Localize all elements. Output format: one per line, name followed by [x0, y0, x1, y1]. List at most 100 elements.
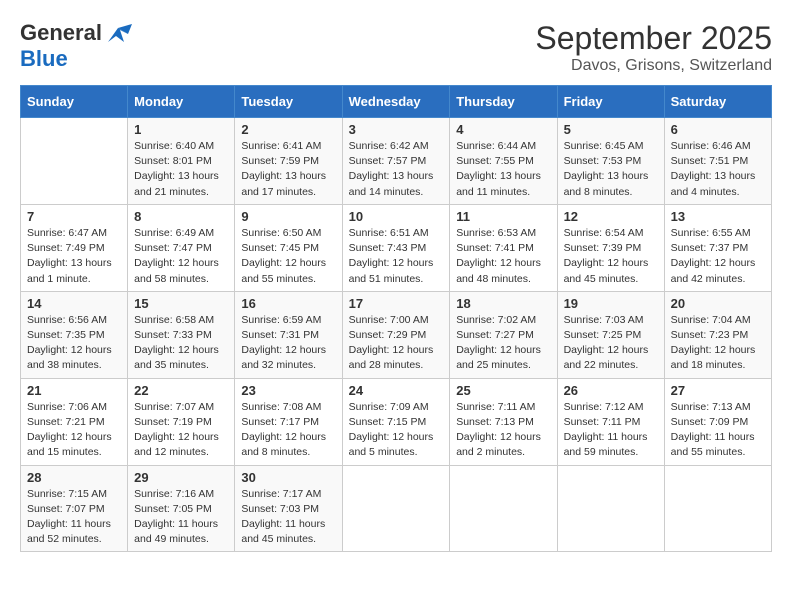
calendar-cell: 5 Sunrise: 6:45 AM Sunset: 7:53 PM Daylig…: [557, 118, 664, 205]
calendar-cell: [21, 118, 128, 205]
calendar-cell: 13 Sunrise: 6:55 AM Sunset: 7:37 PM Dayli…: [664, 204, 771, 291]
day-number: 13: [671, 209, 765, 224]
day-info: Sunrise: 7:08 AM Sunset: 7:17 PM Dayligh…: [241, 400, 335, 461]
weekday-header-wednesday: Wednesday: [342, 86, 450, 118]
day-info: Sunrise: 6:59 AM Sunset: 7:31 PM Dayligh…: [241, 313, 335, 374]
day-number: 15: [134, 296, 228, 311]
calendar-cell: 20Sunrise: 7:04 AM Sunset: 7:23 PM Dayli…: [664, 291, 771, 378]
day-info: Sunrise: 7:06 AM Sunset: 7:21 PM Dayligh…: [27, 400, 121, 461]
weekday-header-saturday: Saturday: [664, 86, 771, 118]
day-info: Sunrise: 7:13 AM Sunset: 7:09 PM Dayligh…: [671, 400, 765, 461]
day-info: Sunrise: 6:40 AM Sunset: 8:01 PM Dayligh…: [134, 139, 228, 200]
day-info: Sunrise: 7:07 AM Sunset: 7:19 PM Dayligh…: [134, 400, 228, 461]
day-number: 4: [456, 122, 550, 137]
day-info: Sunrise: 6:46 AM Sunset: 7:51 PM Dayligh…: [671, 139, 765, 200]
calendar-header-row: SundayMondayTuesdayWednesdayThursdayFrid…: [21, 86, 772, 118]
day-info: Sunrise: 6:58 AM Sunset: 7:33 PM Dayligh…: [134, 313, 228, 374]
calendar-cell: [664, 465, 771, 552]
day-number: 6: [671, 122, 765, 137]
calendar-cell: 15 Sunrise: 6:58 AM Sunset: 7:33 PM Dayli…: [128, 291, 235, 378]
calendar-cell: [557, 465, 664, 552]
calendar-cell: 19Sunrise: 7:03 AM Sunset: 7:25 PM Dayli…: [557, 291, 664, 378]
calendar-cell: 12 Sunrise: 6:54 AM Sunset: 7:39 PM Dayli…: [557, 204, 664, 291]
calendar-week-row: 7 Sunrise: 6:47 AM Sunset: 7:49 PM Daylig…: [21, 204, 772, 291]
day-info: Sunrise: 6:51 AM Sunset: 7:43 PM Dayligh…: [349, 226, 444, 287]
day-info: Sunrise: 6:50 AM Sunset: 7:45 PM Dayligh…: [241, 226, 335, 287]
calendar-week-row: 21Sunrise: 7:06 AM Sunset: 7:21 PM Dayli…: [21, 378, 772, 465]
calendar-cell: 10 Sunrise: 6:51 AM Sunset: 7:43 PM Dayli…: [342, 204, 450, 291]
day-info: Sunrise: 7:17 AM Sunset: 7:03 PM Dayligh…: [241, 487, 335, 548]
day-number: 22: [134, 383, 228, 398]
calendar-week-row: 14 Sunrise: 6:56 AM Sunset: 7:35 PM Dayli…: [21, 291, 772, 378]
day-number: 1: [134, 122, 228, 137]
calendar-cell: 8Sunrise: 6:49 AM Sunset: 7:47 PM Daylig…: [128, 204, 235, 291]
day-number: 26: [564, 383, 658, 398]
calendar-cell: 4Sunrise: 6:44 AM Sunset: 7:55 PM Daylig…: [450, 118, 557, 205]
day-number: 7: [27, 209, 121, 224]
calendar-cell: 6 Sunrise: 6:46 AM Sunset: 7:51 PM Daylig…: [664, 118, 771, 205]
day-number: 11: [456, 209, 550, 224]
weekday-header-friday: Friday: [557, 86, 664, 118]
day-info: Sunrise: 6:56 AM Sunset: 7:35 PM Dayligh…: [27, 313, 121, 374]
day-info: Sunrise: 6:42 AM Sunset: 7:57 PM Dayligh…: [349, 139, 444, 200]
calendar-cell: [450, 465, 557, 552]
logo-bird-icon: [104, 24, 132, 46]
title-block: September 2025 Davos, Grisons, Switzerla…: [535, 20, 772, 75]
calendar-cell: 25 Sunrise: 7:11 AM Sunset: 7:13 PM Dayli…: [450, 378, 557, 465]
day-info: Sunrise: 6:53 AM Sunset: 7:41 PM Dayligh…: [456, 226, 550, 287]
location: Davos, Grisons, Switzerland: [535, 57, 772, 75]
calendar-cell: 18 Sunrise: 7:02 AM Sunset: 7:27 PM Dayli…: [450, 291, 557, 378]
weekday-header-sunday: Sunday: [21, 86, 128, 118]
day-number: 16: [241, 296, 335, 311]
calendar-cell: 7 Sunrise: 6:47 AM Sunset: 7:49 PM Daylig…: [21, 204, 128, 291]
day-info: Sunrise: 7:00 AM Sunset: 7:29 PM Dayligh…: [349, 313, 444, 374]
day-info: Sunrise: 7:11 AM Sunset: 7:13 PM Dayligh…: [456, 400, 550, 461]
calendar-cell: 17 Sunrise: 7:00 AM Sunset: 7:29 PM Dayli…: [342, 291, 450, 378]
day-number: 25: [456, 383, 550, 398]
day-info: Sunrise: 7:02 AM Sunset: 7:27 PM Dayligh…: [456, 313, 550, 374]
day-number: 23: [241, 383, 335, 398]
calendar-cell: 23 Sunrise: 7:08 AM Sunset: 7:17 PM Dayli…: [235, 378, 342, 465]
day-info: Sunrise: 6:45 AM Sunset: 7:53 PM Dayligh…: [564, 139, 658, 200]
logo-general: General: [20, 20, 102, 46]
day-info: Sunrise: 6:55 AM Sunset: 7:37 PM Dayligh…: [671, 226, 765, 287]
logo-blue: Blue: [20, 46, 68, 71]
day-number: 5: [564, 122, 658, 137]
calendar-cell: 2Sunrise: 6:41 AM Sunset: 7:59 PM Daylig…: [235, 118, 342, 205]
day-number: 12: [564, 209, 658, 224]
calendar-cell: 1 Sunrise: 6:40 AM Sunset: 8:01 PM Daylig…: [128, 118, 235, 205]
day-number: 3: [349, 122, 444, 137]
calendar-cell: [342, 465, 450, 552]
weekday-header-monday: Monday: [128, 86, 235, 118]
calendar-cell: 29Sunrise: 7:16 AM Sunset: 7:05 PM Dayli…: [128, 465, 235, 552]
calendar-cell: 14 Sunrise: 6:56 AM Sunset: 7:35 PM Dayli…: [21, 291, 128, 378]
calendar-cell: 9 Sunrise: 6:50 AM Sunset: 7:45 PM Daylig…: [235, 204, 342, 291]
day-info: Sunrise: 6:47 AM Sunset: 7:49 PM Dayligh…: [27, 226, 121, 287]
calendar-cell: 21Sunrise: 7:06 AM Sunset: 7:21 PM Dayli…: [21, 378, 128, 465]
weekday-header-tuesday: Tuesday: [235, 86, 342, 118]
day-number: 14: [27, 296, 121, 311]
calendar-cell: 28Sunrise: 7:15 AM Sunset: 7:07 PM Dayli…: [21, 465, 128, 552]
day-info: Sunrise: 7:09 AM Sunset: 7:15 PM Dayligh…: [349, 400, 444, 461]
calendar-cell: 24Sunrise: 7:09 AM Sunset: 7:15 PM Dayli…: [342, 378, 450, 465]
day-number: 9: [241, 209, 335, 224]
calendar-cell: 26Sunrise: 7:12 AM Sunset: 7:11 PM Dayli…: [557, 378, 664, 465]
day-number: 20: [671, 296, 765, 311]
day-number: 18: [456, 296, 550, 311]
calendar-cell: 27 Sunrise: 7:13 AM Sunset: 7:09 PM Dayli…: [664, 378, 771, 465]
page-header: General Blue September 2025 Davos, Griso…: [20, 20, 772, 75]
calendar-cell: 3 Sunrise: 6:42 AM Sunset: 7:57 PM Daylig…: [342, 118, 450, 205]
calendar-cell: 22 Sunrise: 7:07 AM Sunset: 7:19 PM Dayli…: [128, 378, 235, 465]
day-number: 10: [349, 209, 444, 224]
day-number: 2: [241, 122, 335, 137]
day-info: Sunrise: 7:15 AM Sunset: 7:07 PM Dayligh…: [27, 487, 121, 548]
day-number: 19: [564, 296, 658, 311]
logo: General Blue: [20, 20, 132, 72]
day-info: Sunrise: 6:54 AM Sunset: 7:39 PM Dayligh…: [564, 226, 658, 287]
day-number: 27: [671, 383, 765, 398]
calendar-table: SundayMondayTuesdayWednesdayThursdayFrid…: [20, 85, 772, 552]
month-title: September 2025: [535, 20, 772, 57]
calendar-week-row: 28Sunrise: 7:15 AM Sunset: 7:07 PM Dayli…: [21, 465, 772, 552]
weekday-header-thursday: Thursday: [450, 86, 557, 118]
day-number: 17: [349, 296, 444, 311]
